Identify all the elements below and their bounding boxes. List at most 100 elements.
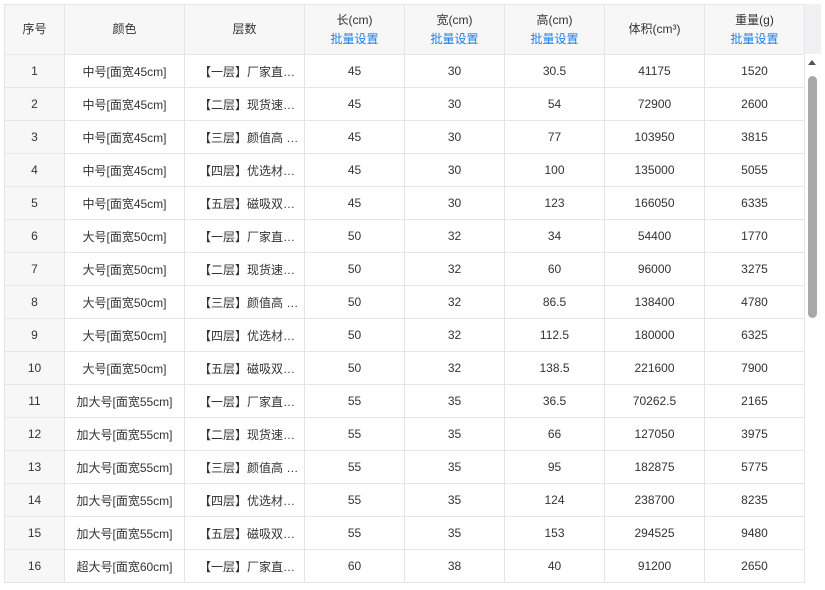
row-index: 14	[4, 483, 65, 517]
length-cell: 55	[304, 384, 405, 418]
volume-cell: 294525	[604, 516, 705, 550]
height-cell: 66	[504, 417, 605, 451]
layer-cell: 【三层】颜值高 质…	[184, 450, 305, 484]
height-cell: 40	[504, 549, 605, 583]
row-index: 1	[4, 54, 65, 88]
color-cell: 中号[面宽45cm]	[64, 54, 185, 88]
layer-cell: 【五层】磁吸双开…	[184, 186, 305, 220]
volume-cell: 180000	[604, 318, 705, 352]
weight-cell: 3975	[704, 417, 805, 451]
header-layers: 层数	[184, 4, 305, 55]
weight-cell: 6325	[704, 318, 805, 352]
weight-cell: 1770	[704, 219, 805, 253]
weight-cell: 1520	[704, 54, 805, 88]
height-cell: 36.5	[504, 384, 605, 418]
table-row: 12 加大号[面宽55cm] 【二层】现货速发… 55 35 66 127050 3975	[4, 417, 805, 451]
color-cell: 加大号[面宽55cm]	[64, 417, 185, 451]
width-cell: 30	[404, 153, 505, 187]
table-row: 5 中号[面宽45cm] 【五层】磁吸双开… 45 30 123 166050 6335	[4, 186, 805, 220]
scrollbar-thumb[interactable]	[808, 76, 817, 318]
color-cell: 中号[面宽45cm]	[64, 186, 185, 220]
layer-cell: 【四层】优选材质…	[184, 318, 305, 352]
volume-cell: 135000	[604, 153, 705, 187]
row-index: 6	[4, 219, 65, 253]
length-batch-set-link[interactable]: 批量设置	[305, 30, 404, 49]
height-batch-set-link[interactable]: 批量设置	[505, 30, 604, 49]
layer-cell: 【五层】磁吸双开…	[184, 351, 305, 385]
height-cell: 54	[504, 87, 605, 121]
color-cell: 大号[面宽50cm]	[64, 219, 185, 253]
length-cell: 50	[304, 252, 405, 286]
height-cell: 60	[504, 252, 605, 286]
weight-cell: 6335	[704, 186, 805, 220]
table-body: 1 中号[面宽45cm] 【一层】厂家直供… 45 30 30.5 41175 1520 2 中号…	[4, 54, 805, 583]
height-cell: 138.5	[504, 351, 605, 385]
height-cell: 124	[504, 483, 605, 517]
length-cell: 60	[304, 549, 405, 583]
volume-cell: 72900	[604, 87, 705, 121]
height-cell: 86.5	[504, 285, 605, 319]
length-cell: 55	[304, 450, 405, 484]
volume-cell: 91200	[604, 549, 705, 583]
table-row: 1 中号[面宽45cm] 【一层】厂家直供… 45 30 30.5 41175 1520	[4, 54, 805, 88]
layer-cell: 【四层】优选材质…	[184, 483, 305, 517]
layer-cell: 【一层】厂家直供…	[184, 384, 305, 418]
color-cell: 加大号[面宽55cm]	[64, 483, 185, 517]
header-weight-label: 重量(g)	[735, 12, 774, 27]
layer-cell: 【三层】颜值高 质…	[184, 120, 305, 154]
weight-cell: 8235	[704, 483, 805, 517]
table-row: 10 大号[面宽50cm] 【五层】磁吸双开… 50 32 138.5 221600 7900	[4, 351, 805, 385]
table-row: 11 加大号[面宽55cm] 【一层】厂家直供… 55 35 36.5 70262.5 216…	[4, 384, 805, 418]
scroll-up-arrow-icon[interactable]	[808, 60, 816, 65]
width-cell: 30	[404, 186, 505, 220]
weight-batch-set-link[interactable]: 批量设置	[705, 30, 804, 49]
length-cell: 45	[304, 87, 405, 121]
width-batch-set-link[interactable]: 批量设置	[405, 30, 504, 49]
layer-cell: 【一层】厂家直供…	[184, 219, 305, 253]
color-cell: 中号[面宽45cm]	[64, 120, 185, 154]
color-cell: 大号[面宽50cm]	[64, 285, 185, 319]
volume-cell: 221600	[604, 351, 705, 385]
header-width-label: 宽(cm)	[436, 12, 473, 27]
header-width: 宽(cm) 批量设置	[404, 4, 505, 55]
volume-cell: 182875	[604, 450, 705, 484]
layer-cell: 【一层】厂家直供…	[184, 549, 305, 583]
row-index: 10	[4, 351, 65, 385]
table-row: 4 中号[面宽45cm] 【四层】优选材质… 45 30 100 135000 5055	[4, 153, 805, 187]
length-cell: 45	[304, 153, 405, 187]
length-cell: 55	[304, 483, 405, 517]
volume-cell: 138400	[604, 285, 705, 319]
row-index: 12	[4, 417, 65, 451]
table-row: 7 大号[面宽50cm] 【二层】现货速发… 50 32 60 96000 3275	[4, 252, 805, 286]
row-index: 4	[4, 153, 65, 187]
weight-cell: 9480	[704, 516, 805, 550]
layer-cell: 【四层】优选材质…	[184, 153, 305, 187]
weight-cell: 5775	[704, 450, 805, 484]
volume-cell: 54400	[604, 219, 705, 253]
color-cell: 大号[面宽50cm]	[64, 351, 185, 385]
width-cell: 32	[404, 351, 505, 385]
vertical-scrollbar[interactable]	[805, 54, 821, 590]
weight-cell: 3275	[704, 252, 805, 286]
header-color: 颜色	[64, 4, 185, 55]
color-cell: 大号[面宽50cm]	[64, 318, 185, 352]
height-cell: 123	[504, 186, 605, 220]
color-cell: 加大号[面宽55cm]	[64, 450, 185, 484]
weight-cell: 5055	[704, 153, 805, 187]
color-cell: 加大号[面宽55cm]	[64, 516, 185, 550]
width-cell: 35	[404, 384, 505, 418]
row-index: 11	[4, 384, 65, 418]
width-cell: 35	[404, 483, 505, 517]
weight-cell: 2165	[704, 384, 805, 418]
color-cell: 加大号[面宽55cm]	[64, 384, 185, 418]
length-cell: 50	[304, 219, 405, 253]
row-index: 16	[4, 549, 65, 583]
length-cell: 55	[304, 417, 405, 451]
volume-cell: 103950	[604, 120, 705, 154]
height-cell: 30.5	[504, 54, 605, 88]
height-cell: 77	[504, 120, 605, 154]
height-cell: 112.5	[504, 318, 605, 352]
length-cell: 50	[304, 285, 405, 319]
volume-cell: 127050	[604, 417, 705, 451]
color-cell: 大号[面宽50cm]	[64, 252, 185, 286]
